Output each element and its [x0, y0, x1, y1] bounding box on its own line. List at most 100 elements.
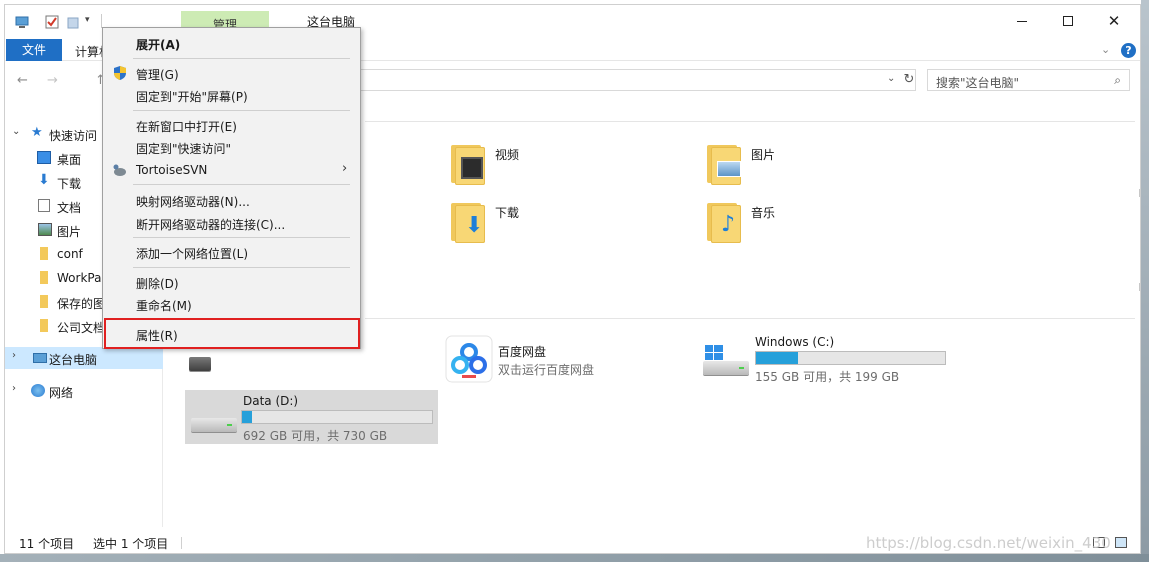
- drive-d-tile[interactable]: Data (D:) 692 GB 可用，共 730 GB: [185, 390, 438, 444]
- tiles-view-icon[interactable]: [1115, 537, 1127, 548]
- tortoisesvn-icon: [113, 164, 126, 176]
- nav-item-label: 公司文档: [57, 321, 106, 335]
- submenu-arrow-icon: ›: [342, 161, 348, 176]
- baidu-netdisk-desc: 双击运行百度网盘: [498, 363, 595, 377]
- baidu-netdisk-name[interactable]: 百度网盘: [498, 343, 546, 360]
- drive-d-usage-fill: [242, 411, 252, 423]
- folder-label-pictures[interactable]: 图片: [751, 146, 775, 163]
- menu-item-pin-quick-access[interactable]: 固定到"快速访问": [105, 136, 358, 158]
- chevron-right-icon[interactable]: ›: [12, 350, 16, 361]
- nav-this-pc[interactable]: › 这台电脑: [5, 347, 163, 369]
- title-separator: [101, 14, 102, 28]
- context-menu: 展开(A) 管理(G) 固定到"开始"屏幕(P) 在新窗口中打开(E) 固定到"…: [102, 27, 361, 349]
- chevron-down-icon[interactable]: ⌄: [12, 126, 20, 137]
- menu-item-manage[interactable]: 管理(G): [105, 62, 358, 84]
- screen: ▾ 管理 这台电脑 ✕ 文件 计算机 ⌄ ? ← → ↑ ⌄ ↻ 搜索"这台电脑…: [0, 0, 1149, 562]
- menu-item-delete[interactable]: 删除(D): [105, 271, 358, 293]
- status-item-count: 11 个项目: [19, 537, 75, 551]
- drive-c-usage-bar: [755, 351, 946, 365]
- search-input[interactable]: 搜索"这台电脑" ⌕: [927, 69, 1130, 91]
- nav-network-label: 网络: [49, 386, 74, 400]
- minimize-icon: [1017, 20, 1027, 22]
- menu-item-label: TortoiseSVN: [136, 163, 208, 177]
- search-placeholder: 搜索"这台电脑": [936, 76, 1020, 90]
- menu-item-rename[interactable]: 重命名(M): [105, 293, 358, 315]
- windows-logo-icon: [705, 345, 723, 360]
- folder-icon: [40, 247, 48, 260]
- uac-shield-icon: [114, 66, 126, 80]
- drive-d-usage-bar: [241, 410, 433, 424]
- menu-item-open-new-window[interactable]: 在新窗口中打开(E): [105, 114, 358, 136]
- close-icon: ✕: [1107, 12, 1121, 30]
- forward-arrow-icon[interactable]: →: [47, 73, 58, 88]
- computer-icon: [33, 353, 47, 363]
- minimize-button[interactable]: [999, 5, 1045, 37]
- menu-separator: [133, 58, 350, 59]
- close-button[interactable]: ✕: [1091, 5, 1137, 37]
- nav-item-label: conf: [57, 247, 83, 261]
- downloads-folder-icon[interactable]: ⬇: [449, 199, 487, 243]
- menu-item-label: 固定到"开始"屏幕(P): [136, 90, 248, 104]
- folders-divider: [365, 121, 1135, 122]
- menu-item-label: 固定到"快速访问": [136, 142, 232, 156]
- new-folder-icon[interactable]: [67, 15, 81, 29]
- nav-this-pc-label: 这台电脑: [49, 353, 98, 367]
- menu-item-label: 映射网络驱动器(N)...: [136, 195, 250, 209]
- star-icon: ★: [31, 125, 43, 140]
- menu-item-add-network-location[interactable]: 添加一个网络位置(L): [105, 241, 358, 263]
- search-icon: ⌕: [1114, 73, 1121, 87]
- menu-item-label: 添加一个网络位置(L): [136, 247, 249, 261]
- folder-icon: [40, 295, 48, 308]
- folder-icon: [40, 319, 48, 332]
- nav-item-label: 桌面: [57, 153, 82, 167]
- drive-icon[interactable]: [189, 349, 211, 371]
- devices-divider: [365, 318, 1135, 319]
- menu-item-tortoisesvn[interactable]: TortoiseSVN ›: [105, 159, 358, 181]
- maximize-button[interactable]: [1045, 5, 1091, 37]
- menu-item-label: 在新窗口中打开(E): [136, 120, 237, 134]
- nav-network[interactable]: › 网络: [5, 380, 163, 402]
- music-folder-icon[interactable]: ♪: [705, 199, 743, 243]
- menu-separator: [133, 237, 350, 238]
- address-dropdown-icon[interactable]: ⌄: [887, 73, 895, 84]
- properties-highlight-box: [104, 318, 360, 349]
- folder-label-video[interactable]: 视频: [495, 146, 519, 163]
- properties-check-icon[interactable]: [45, 15, 59, 29]
- refresh-icon[interactable]: ↻: [901, 70, 917, 90]
- desktop-edge-right: [1141, 0, 1149, 562]
- folder-icon: [40, 271, 48, 284]
- drive-c-name[interactable]: Windows (C:): [755, 335, 834, 349]
- drive-d-icon: [191, 410, 237, 432]
- video-folder-icon[interactable]: [449, 141, 487, 185]
- menu-separator: [133, 110, 350, 111]
- address-bar[interactable]: [360, 69, 916, 91]
- file-tab[interactable]: 文件: [6, 39, 62, 61]
- menu-separator: [133, 184, 350, 185]
- menu-item-label: 重命名(M): [136, 299, 192, 313]
- menu-item-label: 管理(G): [136, 68, 179, 82]
- pictures-folder-icon[interactable]: [705, 141, 743, 185]
- quick-access-dropdown-icon[interactable]: ▾: [85, 15, 99, 29]
- desktop-icon: [37, 151, 51, 164]
- maximize-icon: [1063, 16, 1073, 26]
- nav-quick-access-label: 快速访问: [49, 129, 98, 143]
- menu-item-map-drive[interactable]: 映射网络驱动器(N)...: [105, 189, 358, 211]
- drive-d-name: Data (D:): [243, 394, 299, 408]
- computer-icon: [15, 16, 29, 28]
- windows-drive-icon[interactable]: [703, 345, 749, 375]
- nav-item-label: 文档: [57, 201, 82, 215]
- folder-label-music[interactable]: 音乐: [751, 204, 775, 221]
- download-icon: ⬇: [38, 172, 50, 188]
- back-arrow-icon[interactable]: ←: [17, 73, 28, 88]
- menu-item-label: 断开网络驱动器的连接(C)...: [136, 218, 286, 232]
- ribbon-expand-icon[interactable]: ⌄: [1101, 43, 1110, 56]
- menu-item-expand[interactable]: 展开(A): [105, 32, 358, 54]
- baidu-netdisk-icon[interactable]: [445, 335, 493, 383]
- status-divider: [181, 537, 182, 549]
- menu-item-disconnect-drive[interactable]: 断开网络驱动器的连接(C)...: [105, 212, 358, 234]
- status-selected-count: 选中 1 个项目: [93, 537, 169, 551]
- help-icon[interactable]: ?: [1121, 43, 1136, 58]
- folder-label-downloads[interactable]: 下载: [495, 204, 519, 221]
- chevron-right-icon[interactable]: ›: [12, 383, 16, 394]
- menu-item-pin-start[interactable]: 固定到"开始"屏幕(P): [105, 84, 358, 106]
